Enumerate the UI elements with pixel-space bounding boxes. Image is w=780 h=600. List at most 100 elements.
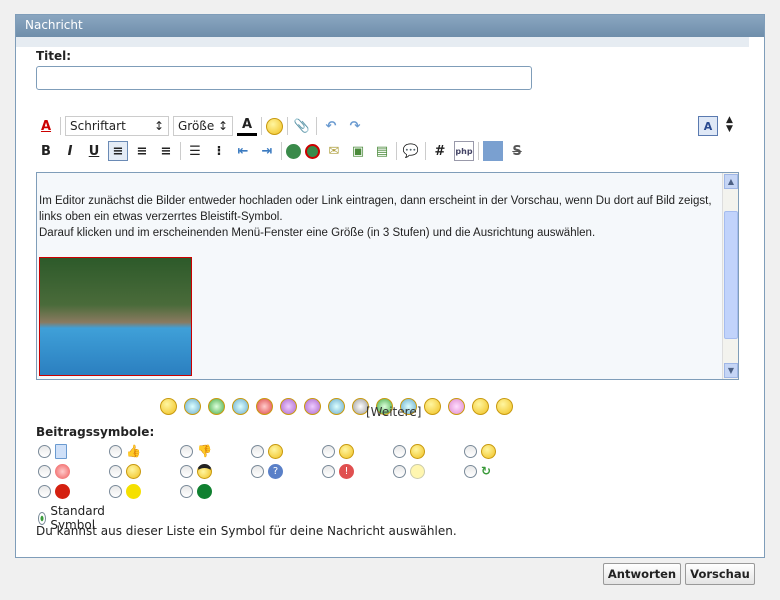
radio[interactable] [180, 485, 193, 498]
attachment-icon[interactable]: 📎 [292, 116, 312, 136]
radio[interactable] [38, 445, 51, 458]
smiley-angry-icon[interactable] [255, 398, 273, 415]
email-icon[interactable]: ✉ [324, 141, 344, 161]
align-center-icon[interactable]: ≡ [132, 141, 152, 161]
post-icon-option[interactable] [180, 484, 212, 499]
unordered-list-icon[interactable]: ⁝ [209, 141, 229, 161]
align-right-icon[interactable]: ≡ [156, 141, 176, 161]
undo-icon[interactable]: ↶ [321, 116, 341, 136]
yellow-dot-icon [126, 484, 141, 499]
laugh-icon [410, 444, 425, 459]
bold-button[interactable]: B [36, 141, 56, 161]
radio[interactable] [109, 485, 122, 498]
editor-scrollbar[interactable]: ▲ ▼ [722, 173, 738, 379]
refresh-icon: ↻ [481, 464, 492, 478]
post-icon-option[interactable]: 👎 [180, 444, 212, 458]
image-icon[interactable]: ▣ [348, 141, 368, 161]
post-icon-option[interactable]: ? [251, 464, 283, 479]
smiley-menu-icon[interactable] [266, 117, 283, 135]
ordered-list-icon[interactable]: ☰ [185, 141, 205, 161]
radio[interactable] [180, 444, 193, 458]
smiley-sign-icon[interactable] [495, 398, 513, 415]
radio[interactable] [464, 445, 477, 458]
question-icon: ? [268, 464, 283, 479]
resize-toggle-icon[interactable]: ▲ ▼ [726, 116, 733, 134]
smiley-grin-icon[interactable] [207, 398, 225, 415]
post-icon-option[interactable] [38, 484, 70, 499]
font-select[interactable]: Schriftart ↕ [65, 116, 169, 136]
title-input[interactable] [36, 66, 532, 90]
font-color-icon[interactable]: A [237, 116, 257, 136]
divider [316, 117, 317, 135]
divider [478, 142, 479, 160]
outdent-icon[interactable]: ⇤ [233, 141, 253, 161]
post-icon-option[interactable]: ↻ [464, 464, 491, 478]
video-icon[interactable]: ▤ [372, 141, 392, 161]
post-icon-option[interactable] [109, 464, 141, 479]
radio[interactable] [251, 445, 264, 458]
smiley-kiss-icon[interactable] [447, 398, 465, 415]
php-icon[interactable]: php [454, 141, 474, 161]
post-icon-option[interactable] [393, 444, 425, 459]
link-icon[interactable] [286, 143, 301, 159]
align-left-icon[interactable]: ≡ [108, 141, 128, 161]
radio[interactable] [322, 465, 335, 478]
smiley-icon[interactable] [159, 398, 177, 415]
spoiler-icon[interactable] [483, 141, 503, 161]
post-icon-option[interactable] [38, 444, 67, 459]
reply-button[interactable]: Antworten [603, 563, 681, 585]
cool-icon [197, 464, 212, 479]
radio[interactable] [322, 445, 335, 458]
redo-icon[interactable]: ↷ [345, 116, 365, 136]
switch-mode-icon[interactable]: A [698, 116, 718, 136]
post-icon-option[interactable] [38, 464, 70, 479]
scroll-up-icon[interactable]: ▲ [724, 174, 738, 189]
post-icon-option[interactable] [109, 484, 141, 499]
message-editor[interactable]: Im Editor zunächst die Bilder entweder h… [36, 172, 739, 380]
post-icon-option[interactable] [393, 464, 425, 479]
preview-button[interactable]: Vorschau [685, 563, 755, 585]
radio[interactable] [109, 444, 122, 458]
radio[interactable] [180, 465, 193, 478]
smiley-tongue-icon[interactable] [231, 398, 249, 415]
thumbs-down-icon: 👎 [197, 444, 212, 458]
smiley-question-icon[interactable] [327, 398, 345, 415]
radio[interactable] [464, 464, 477, 478]
remove-format-icon[interactable]: A [36, 116, 56, 136]
smiley-confused-icon[interactable] [303, 398, 321, 415]
post-icon-option[interactable] [464, 444, 496, 459]
post-icon-option[interactable] [322, 444, 354, 459]
post-icons-label: Beitragssymbole: [36, 425, 155, 439]
radio[interactable] [251, 465, 264, 478]
smiley-sad-icon[interactable] [279, 398, 297, 415]
scroll-down-icon[interactable]: ▼ [724, 363, 738, 378]
post-icon-option[interactable]: ! [322, 464, 354, 479]
radio[interactable] [393, 465, 406, 478]
quote-icon[interactable]: 💬 [401, 141, 421, 161]
embedded-image[interactable] [39, 257, 192, 376]
smiley-dot-icon[interactable] [423, 398, 441, 415]
indent-icon[interactable]: ⇥ [257, 141, 277, 161]
radio[interactable] [393, 445, 406, 458]
red-dot-icon [55, 484, 70, 499]
post-icon-option[interactable]: 👍 [109, 444, 141, 458]
divider [281, 142, 282, 160]
scroll-thumb[interactable] [724, 211, 738, 339]
radio-selected[interactable] [38, 511, 47, 525]
italic-button[interactable]: I [60, 141, 80, 161]
code-button[interactable]: # [430, 141, 450, 161]
underline-button[interactable]: U [84, 141, 104, 161]
smiley-thumbs-icon[interactable] [471, 398, 489, 415]
radio[interactable] [109, 465, 122, 478]
unlink-icon[interactable] [305, 143, 320, 159]
strikethrough-icon[interactable]: S [507, 141, 527, 161]
smiley-wink-icon[interactable] [183, 398, 201, 415]
post-icon-option[interactable] [251, 444, 283, 459]
divider [287, 117, 288, 135]
more-smilies-link[interactable]: [Weitere] [366, 405, 421, 419]
editor-line: Im Editor zunächst die Bilder entweder h… [39, 195, 712, 223]
radio[interactable] [38, 485, 51, 498]
size-select[interactable]: Größe ↕ [173, 116, 233, 136]
radio[interactable] [38, 465, 51, 478]
post-icon-option[interactable] [180, 464, 212, 479]
